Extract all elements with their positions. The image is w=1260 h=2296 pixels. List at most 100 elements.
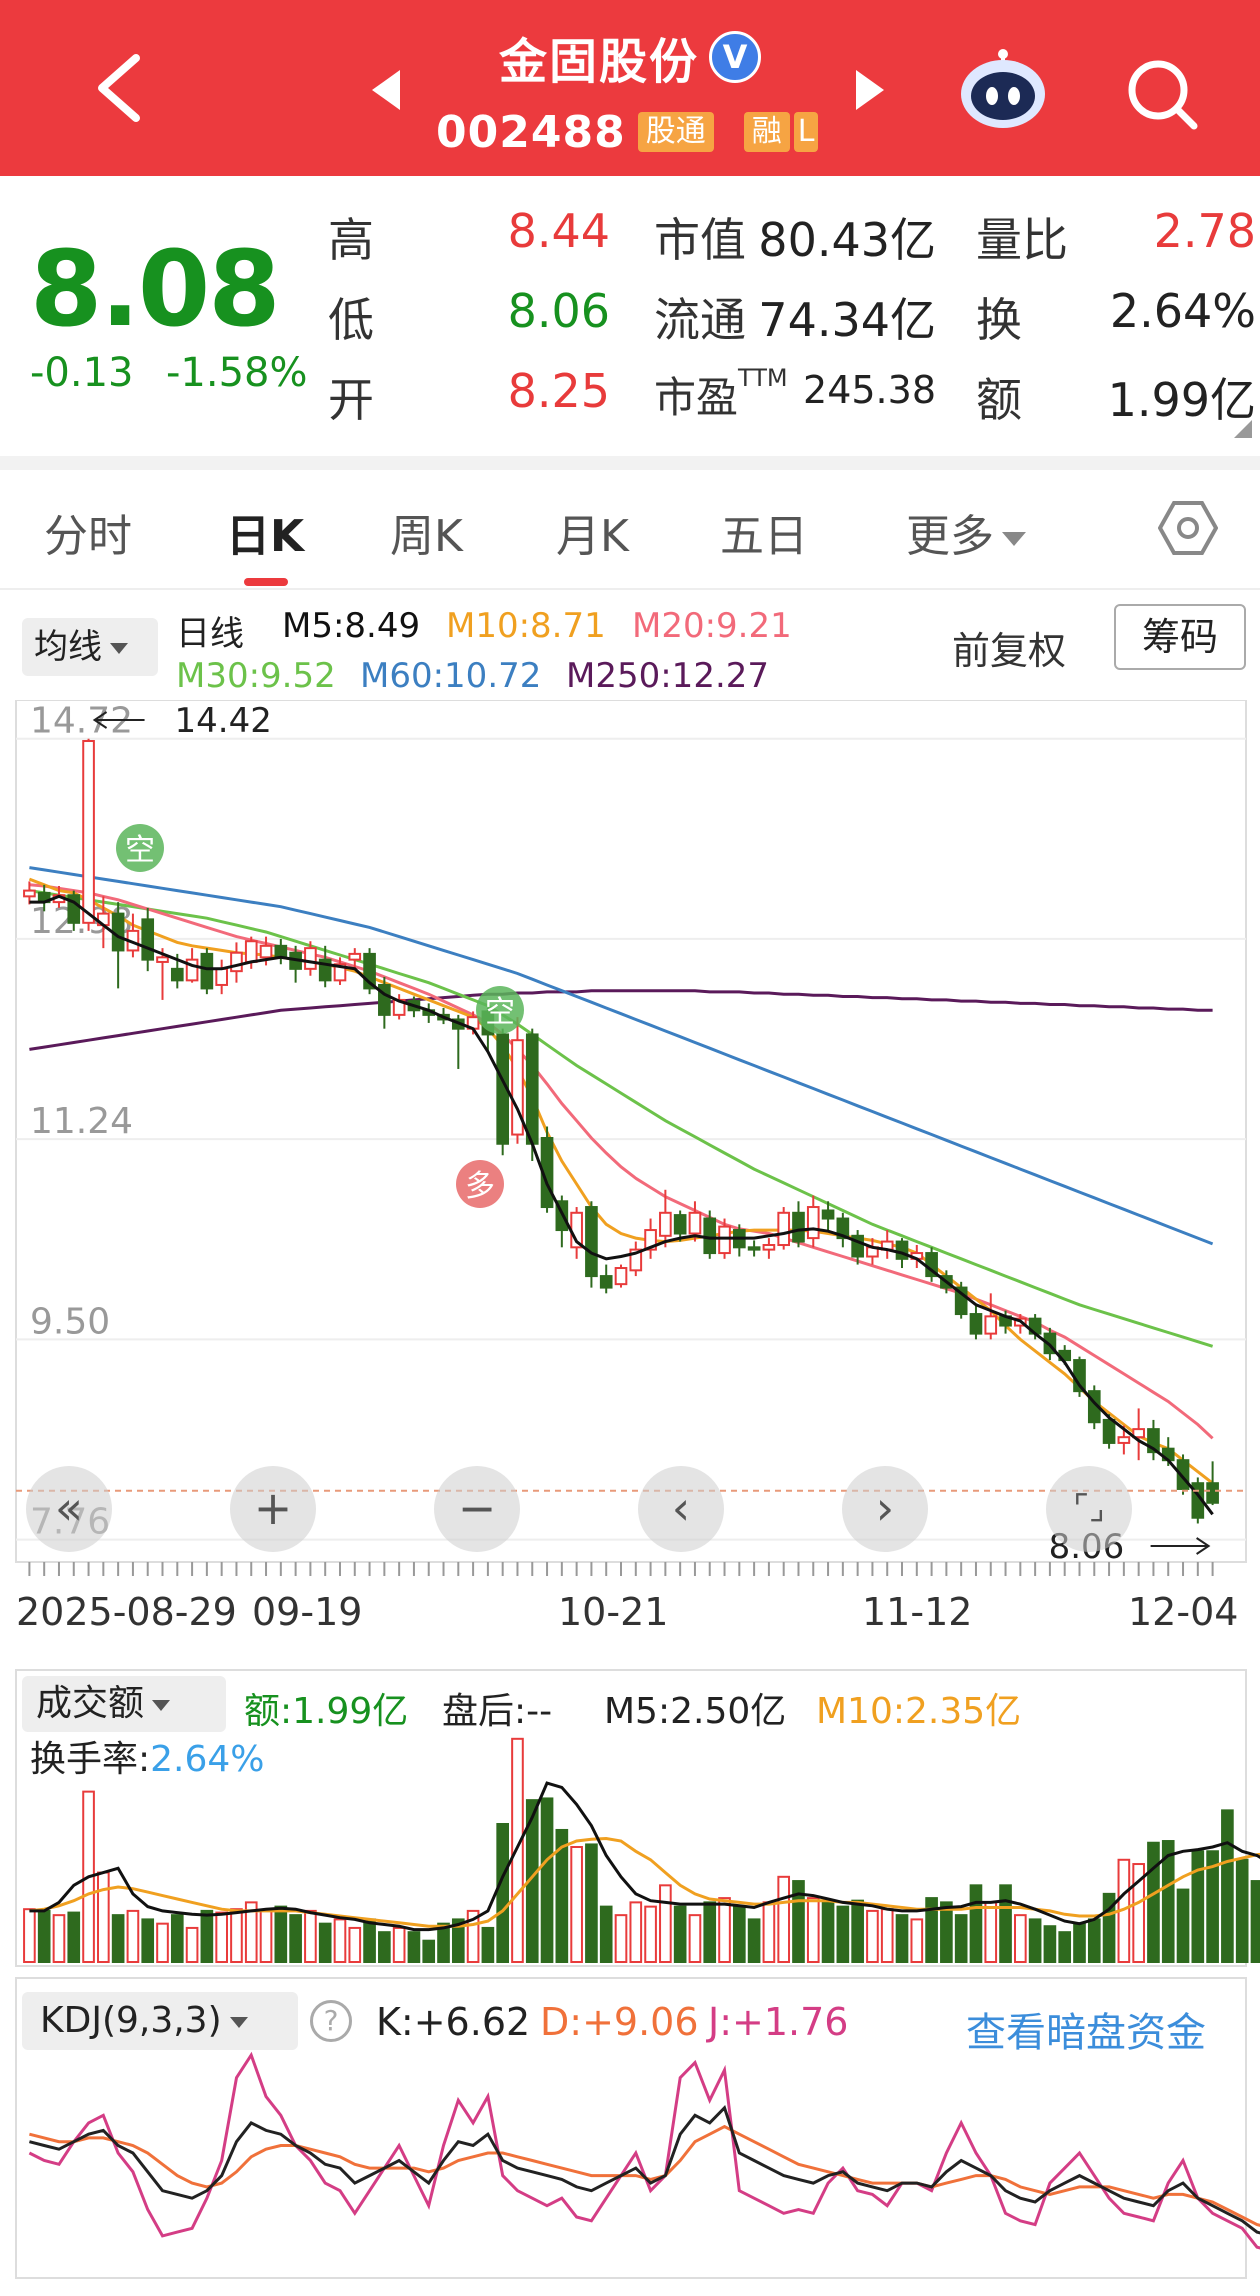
float-label: 流通: [654, 293, 746, 347]
help-circle-icon[interactable]: ?: [310, 2000, 352, 2042]
ma60-line: [29, 866, 1214, 1246]
top-bar: 金固股份 V 002488 股通 融 L: [0, 0, 1260, 176]
tab-intraday[interactable]: 分时: [44, 500, 132, 564]
scroll-left-button[interactable]: ‹: [638, 1466, 724, 1552]
candle-up: [156, 956, 169, 963]
period-tabs: 分时 日K 周K 月K 五日 更多: [0, 470, 1260, 590]
robot-icon[interactable]: [958, 48, 1048, 132]
mktcap-value: 80.43亿: [758, 213, 936, 267]
zoom-out-button[interactable]: −: [434, 1466, 520, 1552]
y-axis-label: 11.24: [30, 1101, 133, 1142]
kdj-d-value: D:+9.06: [540, 2000, 699, 2044]
adjust-mode[interactable]: 前复权: [952, 620, 1066, 675]
volume-bar-down: [200, 1909, 214, 1963]
zoom-in-button[interactable]: +: [230, 1466, 316, 1552]
legend-m20: M20:9.21: [632, 606, 792, 646]
open-label: 开: [328, 373, 374, 427]
volume-bar-up: [866, 1909, 879, 1963]
last-price: 8.08: [30, 228, 281, 350]
candle-down: [703, 1217, 717, 1255]
volume-bar-down: [747, 1918, 761, 1964]
legend-m10: M10:8.71: [446, 606, 606, 646]
volume-bar-down: [1028, 1918, 1042, 1964]
legend-m30: M30:9.52: [176, 656, 336, 696]
tab-more[interactable]: 更多: [906, 500, 1026, 564]
fullscreen-button[interactable]: ⌜⌟: [1046, 1466, 1132, 1552]
volume-bar-down: [67, 1911, 81, 1963]
y-axis-label: 9.50: [30, 1301, 110, 1342]
search-icon[interactable]: [1124, 56, 1200, 132]
turnover-value: 2.64%: [1109, 284, 1256, 338]
tag-connect: 股通: [637, 112, 714, 152]
volume-bar-up: [762, 1901, 776, 1964]
section-divider: [0, 456, 1260, 470]
volume-bar-down: [954, 1914, 968, 1964]
chips-button[interactable]: 筹码: [1114, 604, 1246, 670]
legend-m250: M250:12.27: [566, 656, 770, 696]
candle-up: [23, 889, 36, 898]
candle-down: [1102, 1418, 1116, 1444]
tab-weekly-k[interactable]: 周K: [390, 500, 463, 564]
date-label-start: 2025-08-29: [16, 1590, 237, 1634]
stock-code: 002488: [436, 106, 626, 158]
volume-after-hours: 盘后:--: [442, 1691, 553, 1732]
volume-bar-up: [1014, 1914, 1027, 1964]
volume-bar-down: [703, 1901, 717, 1964]
candle-up: [688, 1211, 702, 1235]
volume-bar-down: [895, 1914, 909, 1964]
candle-down: [969, 1313, 983, 1335]
volume-bar-down: [969, 1884, 983, 1963]
amount-value: 1.99亿: [1107, 373, 1256, 427]
volume-bar-down: [407, 1931, 421, 1963]
low-label: 低: [328, 293, 374, 347]
legend-m5: M5:8.49: [282, 606, 421, 646]
kdj-selector[interactable]: KDJ(9,3,3): [22, 1992, 298, 2050]
tab-monthly-k[interactable]: 月K: [556, 500, 629, 564]
volume-indicator-selector[interactable]: 成交额: [22, 1676, 226, 1732]
volume-bar-down: [1087, 1918, 1101, 1964]
candle-down: [895, 1240, 909, 1260]
ma-selector[interactable]: 均线: [22, 618, 158, 676]
scroll-right-button[interactable]: ›: [842, 1466, 928, 1552]
volume-bar-up: [126, 1909, 140, 1963]
volume-bar-down: [141, 1918, 155, 1964]
scroll-to-start-button[interactable]: «: [26, 1466, 112, 1552]
caret-down-icon: [152, 1699, 171, 1711]
settings-hexagon-icon[interactable]: [1158, 498, 1218, 558]
turnover-rate-value: 2.64%: [150, 1739, 265, 1780]
legend-m60: M60:10.72: [360, 656, 542, 696]
volume-bar-down: [422, 1939, 436, 1964]
volume-bar-up: [659, 1884, 672, 1963]
volume-bar-down: [1221, 1809, 1234, 1963]
caret-down-icon: [1002, 532, 1026, 546]
tab-five-day[interactable]: 五日: [720, 500, 808, 564]
candle-up: [806, 1206, 820, 1240]
dark-pool-funds-link[interactable]: 查看暗盘资金: [966, 2000, 1206, 2058]
candle-up: [659, 1211, 672, 1237]
volume-amount: 额:1.99亿: [244, 1691, 409, 1732]
candle-up: [348, 952, 362, 961]
turnover-rate: 换手率:2.64%: [30, 1730, 265, 1782]
volume-bar-down: [274, 1905, 288, 1964]
next-stock-arrow-icon[interactable]: [856, 70, 884, 110]
volume-bar-down: [481, 1926, 495, 1964]
volume-bar-up: [156, 1922, 169, 1963]
date-label-4: 11-12: [862, 1590, 973, 1634]
volume-bar-down: [1147, 1841, 1160, 1963]
volume-m10: M10:2.35亿: [816, 1691, 1022, 1732]
volume-m5: M5:2.50亿: [604, 1691, 787, 1732]
ma-selector-label: 均线: [34, 627, 102, 667]
volume-bar-up: [806, 1897, 820, 1964]
candle-up: [777, 1211, 791, 1247]
volume-bar-down: [540, 1797, 554, 1963]
title-area: 金固股份 V: [0, 22, 1260, 92]
high-value: 8.44: [507, 204, 610, 258]
volume-bar-up: [333, 1918, 347, 1964]
volume-bar-up: [97, 1871, 110, 1963]
volume-bar-down: [496, 1823, 510, 1963]
caret-down-icon: [110, 643, 128, 654]
sell-signal-label: 空: [125, 833, 155, 868]
volume-bar-down: [111, 1914, 125, 1964]
expand-corner-icon[interactable]: [1234, 420, 1252, 438]
tab-daily-k[interactable]: 日K: [226, 500, 304, 564]
